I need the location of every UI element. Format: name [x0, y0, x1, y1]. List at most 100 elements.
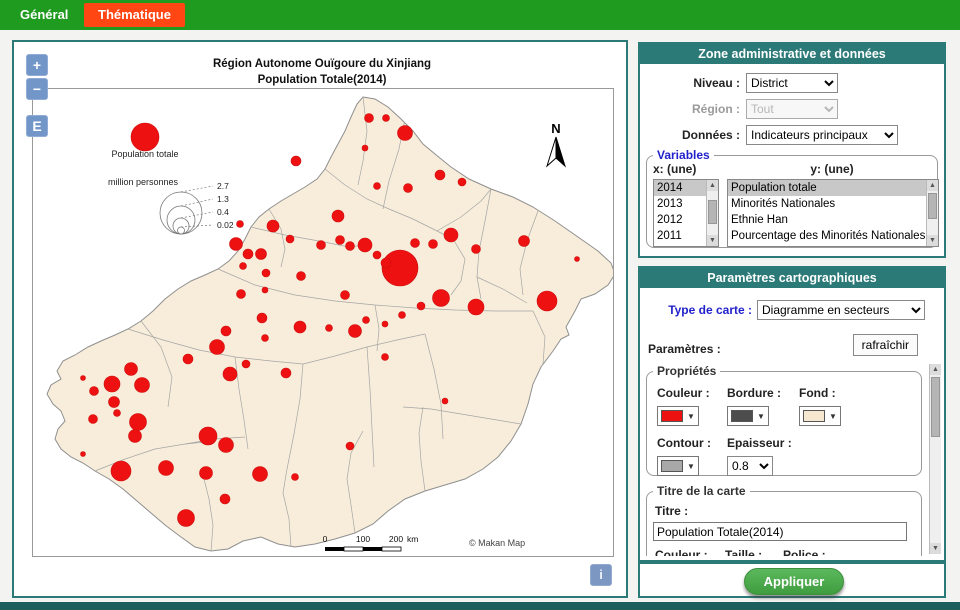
population-circle	[230, 238, 243, 251]
params-scroll-area: Propriétés Couleur : Bordure : Fond : ▼ …	[644, 362, 928, 556]
map-panel: + − E Région Autonome Ouïgoure du Xinjia…	[12, 40, 628, 598]
population-circle	[243, 249, 253, 259]
bordure-swatch-dropdown[interactable]: ▼	[727, 406, 769, 426]
population-circle	[349, 325, 362, 338]
x-option[interactable]: 2013	[654, 196, 706, 212]
scroll-up-icon[interactable]: ▲	[927, 180, 938, 191]
population-circle	[472, 245, 481, 254]
titre-legend: Titre de la carte	[653, 484, 750, 498]
population-circle	[129, 430, 142, 443]
scroll-thumb[interactable]	[928, 193, 937, 219]
contour-swatch	[661, 460, 683, 472]
epaisseur-select[interactable]: 0.8	[727, 456, 773, 476]
population-circle	[374, 183, 381, 190]
population-circle	[237, 290, 246, 299]
scroll-down-icon[interactable]: ▼	[930, 543, 941, 554]
scale-tick-0: 0	[323, 534, 328, 544]
scroll-thumb[interactable]	[708, 200, 717, 224]
scroll-down-icon[interactable]: ▼	[927, 235, 938, 246]
titre-taille-label: Taille :	[725, 548, 777, 556]
x-option[interactable]: 2011	[654, 228, 706, 244]
population-circle	[417, 302, 425, 310]
titre-input[interactable]	[653, 522, 907, 541]
legend-symbol-label: Population totale	[111, 149, 178, 159]
population-circle	[262, 335, 269, 342]
x-option[interactable]: 2012	[654, 212, 706, 228]
population-circle	[81, 452, 86, 457]
population-circle	[104, 376, 120, 392]
population-circle	[326, 325, 333, 332]
y-option[interactable]: Minorités Nationales	[728, 196, 926, 212]
population-circle	[468, 299, 484, 315]
population-circle	[81, 376, 86, 381]
niveau-select[interactable]: District	[746, 73, 838, 93]
apply-panel: Appliquer	[638, 562, 946, 598]
scroll-thumb[interactable]	[931, 377, 940, 437]
population-circle	[373, 251, 381, 259]
population-circle	[429, 240, 438, 249]
zoom-out-button[interactable]: −	[26, 78, 48, 100]
xinjiang-map[interactable]: 2.71.30.40.02 Population totale million …	[33, 89, 613, 556]
population-circle	[435, 170, 445, 180]
size-legend-value: 0.02	[217, 220, 234, 230]
chevron-down-icon: ▼	[829, 412, 837, 421]
population-circle	[382, 354, 389, 361]
north-arrow-icon: N	[547, 121, 565, 166]
region-select[interactable]: Tout	[746, 99, 838, 119]
population-circle	[381, 258, 391, 268]
refresh-button[interactable]: rafraîchir	[853, 334, 918, 356]
params-scrollbar[interactable]: ▲ ▼	[929, 364, 941, 554]
y-listbox[interactable]: ▲ ▼ Population totaleMinorités Nationale…	[727, 179, 939, 247]
x-option[interactable]: 2014	[654, 180, 706, 196]
fond-swatch-dropdown[interactable]: ▼	[799, 406, 841, 426]
admin-panel: Zone administrative et données Niveau : …	[638, 42, 946, 258]
map-type-select[interactable]: Diagramme en secteurs	[757, 300, 925, 320]
bottom-strip	[0, 602, 960, 610]
population-circle	[575, 257, 580, 262]
size-legend-value: 0.4	[217, 207, 229, 217]
epaisseur-label: Epaisseur :	[727, 436, 807, 450]
population-circle	[365, 114, 374, 123]
fond-label: Fond :	[799, 386, 855, 400]
x-listbox[interactable]: ▲ ▼ 2014201320122011	[653, 179, 719, 247]
apply-button[interactable]: Appliquer	[744, 568, 844, 595]
population-circle	[537, 291, 557, 311]
y-option[interactable]: Ethnie Han	[728, 212, 926, 228]
x-list-scrollbar[interactable]: ▲ ▼	[706, 180, 718, 246]
population-circle	[398, 126, 413, 141]
donnees-select[interactable]: Indicateurs principaux	[746, 125, 898, 145]
map-title-line2: Population Totale(2014)	[32, 72, 612, 88]
population-circle	[336, 236, 345, 245]
scroll-up-icon[interactable]: ▲	[707, 180, 718, 191]
y-option[interactable]: Pourcentage des Minorités Nationales	[728, 228, 926, 244]
population-circle	[221, 326, 231, 336]
y-option[interactable]: Population totale	[728, 180, 926, 196]
population-circle	[297, 272, 306, 281]
population-circle	[399, 312, 406, 319]
couleur-swatch-dropdown[interactable]: ▼	[657, 406, 699, 426]
population-circle	[444, 228, 458, 242]
population-circle	[286, 235, 294, 243]
population-circle	[291, 156, 301, 166]
scroll-down-icon[interactable]: ▼	[707, 235, 718, 246]
scroll-up-icon[interactable]: ▲	[930, 364, 941, 375]
population-circle	[458, 178, 466, 186]
population-circle	[317, 241, 326, 250]
tab-general[interactable]: Général	[20, 0, 68, 30]
y-list-scrollbar[interactable]: ▲ ▼	[926, 180, 938, 246]
niveau-label: Niveau :	[640, 76, 740, 90]
proprietes-legend: Propriétés	[653, 364, 720, 378]
extent-button[interactable]: E	[26, 115, 48, 137]
population-circle	[262, 269, 270, 277]
variables-legend: Variables	[653, 148, 714, 162]
contour-swatch-dropdown[interactable]: ▼	[657, 456, 699, 476]
tab-thematique[interactable]: Thématique	[84, 3, 185, 27]
population-circle	[382, 321, 388, 327]
top-bar: Général Thématique	[0, 0, 960, 30]
zoom-in-button[interactable]: +	[26, 54, 48, 76]
population-circle	[220, 494, 230, 504]
info-button[interactable]: i	[590, 564, 612, 586]
population-circle	[404, 184, 413, 193]
scale-tick-100: 100	[356, 534, 370, 544]
size-legend-value: 1.3	[217, 194, 229, 204]
